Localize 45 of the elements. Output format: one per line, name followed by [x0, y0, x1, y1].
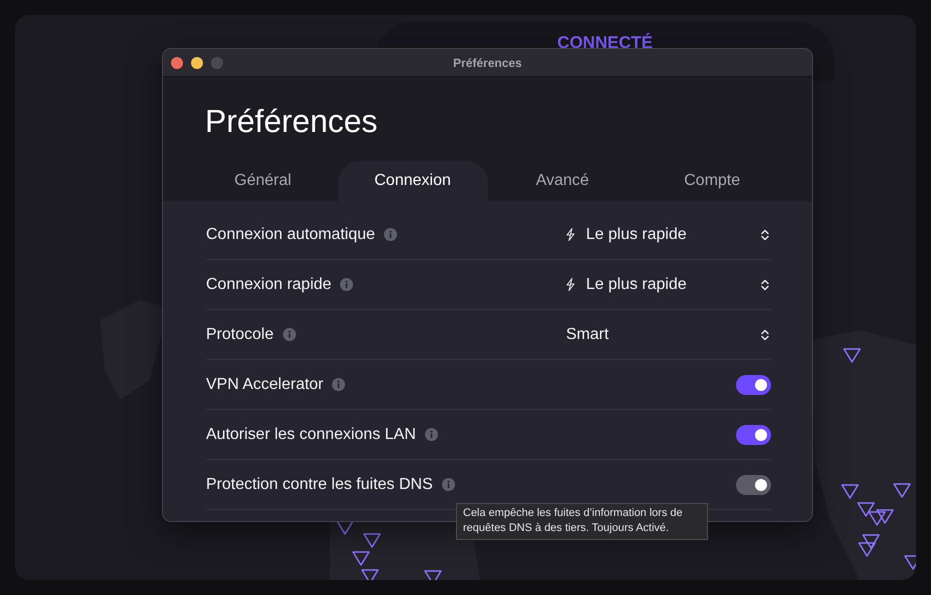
select-dropdown[interactable]: Le plus rapide [566, 220, 771, 250]
setting-label: Protocole [206, 326, 274, 344]
tab[interactable]: Connexion [338, 161, 488, 201]
setting-label: Protection contre les fuites DNS [206, 476, 433, 494]
info-icon[interactable] [340, 278, 354, 291]
close-button[interactable] [171, 57, 183, 69]
server-pin-icon[interactable] [363, 533, 381, 548]
server-pin-icon[interactable] [352, 551, 370, 566]
info-icon[interactable] [384, 228, 398, 241]
page-heading: Préférences [205, 102, 379, 141]
info-icon[interactable] [332, 378, 346, 391]
server-pin-icon[interactable] [858, 542, 876, 557]
tab[interactable]: Avancé [488, 161, 638, 201]
server-pin-icon[interactable] [361, 569, 379, 580]
tab[interactable]: Compte [637, 161, 787, 201]
connection-status: CONNECTÉ [557, 33, 653, 54]
info-icon[interactable] [442, 478, 455, 491]
lightning-icon [566, 278, 575, 291]
info-icon[interactable] [424, 428, 438, 441]
chevron-updown-icon [761, 328, 769, 340]
server-pin-icon[interactable] [841, 484, 859, 499]
window-title: Préférences [453, 56, 522, 70]
minimize-button[interactable] [191, 57, 203, 69]
chevron-updown-icon [761, 278, 769, 290]
server-pin-icon[interactable] [424, 570, 442, 580]
tooltip: Cela empêche les fuites d’information lors de requêtes DNS à des tiers. Toujours Activé. [456, 503, 708, 540]
setting-label: Connexion automatique [206, 226, 376, 244]
server-pin-icon[interactable] [843, 348, 861, 363]
lightning-icon [566, 228, 575, 241]
toggle-switch[interactable] [736, 424, 771, 444]
select-dropdown[interactable]: Smart [566, 320, 771, 350]
server-pin-icon[interactable] [862, 534, 880, 549]
server-pin-icon[interactable] [868, 511, 886, 526]
setting-label: VPN Accelerator [206, 376, 324, 394]
info-icon[interactable] [282, 328, 296, 341]
tab[interactable]: Général [188, 161, 338, 201]
server-pin-icon[interactable] [857, 502, 875, 517]
chevron-updown-icon [761, 228, 769, 240]
setting-label: Autoriser les connexions LAN [206, 426, 416, 444]
toggle-switch[interactable] [736, 374, 771, 394]
server-pin-icon[interactable] [904, 555, 916, 570]
setting-label: Connexion rapide [206, 276, 332, 294]
server-pin-icon[interactable] [893, 483, 911, 498]
select-dropdown[interactable]: Le plus rapide [566, 270, 771, 300]
server-pin-icon[interactable] [876, 509, 894, 524]
